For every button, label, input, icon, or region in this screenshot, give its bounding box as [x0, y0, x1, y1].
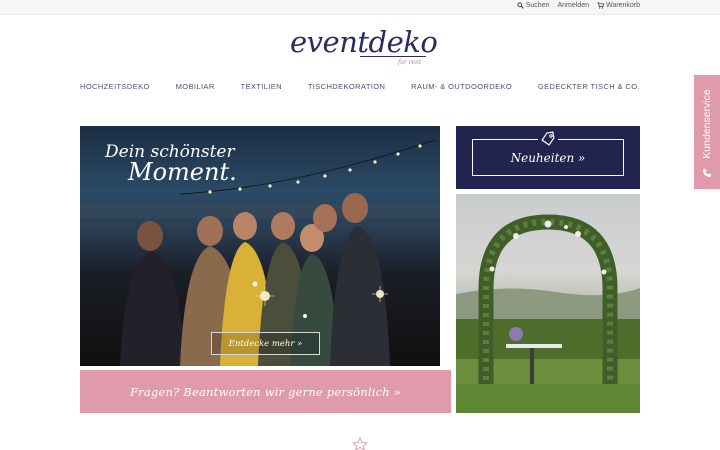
search-link[interactable]: Suchen	[517, 2, 550, 9]
customer-service-label: Kundenservice	[701, 89, 713, 159]
wedding-arch-photo[interactable]	[456, 194, 640, 413]
news-promo-box[interactable]: Neuheiten »	[456, 126, 640, 189]
wedding-arch-image	[456, 214, 640, 413]
discover-more-button[interactable]: Entdecke mehr »	[211, 332, 320, 355]
nav-item-gedeckter-tisch[interactable]: GEDECKTER TISCH & CO.	[538, 82, 640, 91]
star-outline-icon	[351, 437, 369, 450]
phone-icon	[703, 169, 711, 178]
nav-item-tischdekoration[interactable]: TISCHDEKORATION	[308, 82, 386, 91]
main-navigation: HOCHZEITSDEKO MOBILIAR TEXTILIEN TISCHDE…	[80, 82, 640, 91]
tag-icon	[538, 129, 558, 149]
customer-service-tab[interactable]: Kundenservice	[694, 75, 720, 189]
cart-label: Warenkorb	[606, 2, 640, 9]
nav-item-hochzeitsdeko[interactable]: HOCHZEITSDEKO	[80, 82, 150, 91]
login-label: Anmelden	[557, 2, 590, 9]
logo-underline	[360, 56, 426, 57]
search-label: Suchen	[525, 2, 550, 9]
search-icon	[517, 2, 524, 9]
questions-contact-banner[interactable]: Fragen? Beantworten wir gerne persönlich…	[80, 370, 451, 413]
login-link[interactable]: Anmelden	[557, 2, 589, 9]
logo-wordmark: eventdeko	[290, 25, 438, 59]
site-logo[interactable]: eventdeko for rent	[290, 24, 438, 72]
hero-title-line2: Moment.	[128, 158, 237, 186]
nav-item-raum-outdoordeko[interactable]: RAUM- & OUTDOORDEKO	[411, 82, 512, 91]
logo-tagline: for rent	[398, 59, 422, 66]
cart-link[interactable]: Warenkorb	[597, 2, 640, 9]
top-utility-bar: Suchen Anmelden Warenkorb	[0, 0, 720, 15]
cart-icon	[597, 2, 605, 9]
top-links: Suchen Anmelden Warenkorb	[517, 2, 640, 9]
nav-item-mobiliar[interactable]: MOBILIAR	[176, 82, 215, 91]
questions-contact-label: Fragen? Beantworten wir gerne persönlich…	[129, 384, 402, 399]
hero-banner[interactable]: Dein schönster Moment. Entdecke mehr »	[80, 126, 440, 366]
nav-item-textilien[interactable]: TEXTILIEN	[240, 82, 282, 91]
